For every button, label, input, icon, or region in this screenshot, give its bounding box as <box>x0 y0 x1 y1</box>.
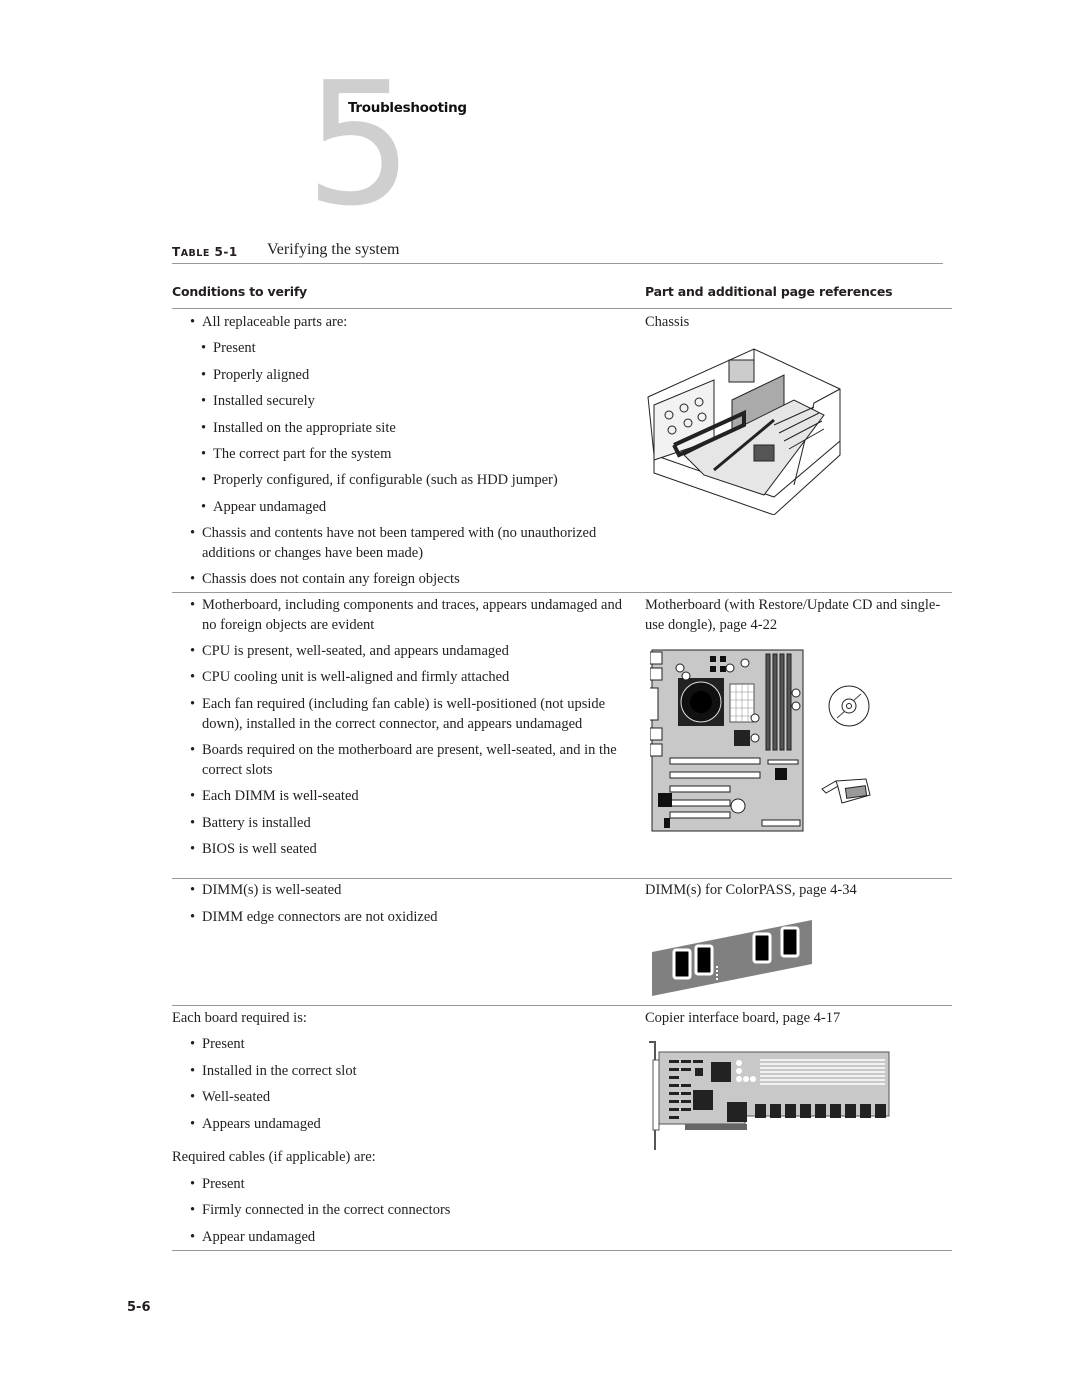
part-reference: Copier interface board, page 4-17 <box>645 1010 841 1026</box>
table-caption: TABLE 5-1 Verifying the system <box>172 241 943 264</box>
part-reference: DIMM(s) for ColorPASS, page 4-34 <box>645 882 857 898</box>
part-reference: Chassis <box>645 314 690 330</box>
condition-subitem: The correct part for the system <box>201 444 391 464</box>
condition-item: Boards required on the motherboard are p… <box>190 740 632 780</box>
condition-subitem: Installed securely <box>201 391 315 411</box>
part-reference: Motherboard (with Restore/Update CD and … <box>645 597 941 633</box>
condition-item: Appear undamaged <box>190 1227 315 1247</box>
page-number: 5-6 <box>127 1300 151 1315</box>
restore-cd-illustration <box>828 685 870 727</box>
table-bottom-rule <box>172 1250 952 1251</box>
condition-item: CPU is present, well-seated, and appears… <box>190 641 509 661</box>
header-parts: Part and additional page references <box>645 284 893 299</box>
condition-heading: Required cables (if applicable) are: <box>172 1149 376 1165</box>
condition-subitem: Properly aligned <box>201 365 309 385</box>
header-conditions: Conditions to verify <box>172 284 308 299</box>
table-label-number: 5-1 <box>214 245 238 259</box>
motherboard-illustration <box>650 649 804 832</box>
condition-item: Appears undamaged <box>190 1114 321 1134</box>
condition-item: Firmly connected in the correct connecto… <box>190 1200 450 1220</box>
condition-item: Motherboard, including components and tr… <box>190 595 632 635</box>
dongle-illustration <box>821 778 871 804</box>
condition-item: Each fan required (including fan cable) … <box>190 694 632 734</box>
condition-item: DIMM(s) is well-seated <box>190 880 341 900</box>
copier-interface-board-illustration <box>649 1041 890 1150</box>
chapter-title: Troubleshooting <box>348 100 467 116</box>
row-divider <box>172 878 952 879</box>
condition-subitem: Appear undamaged <box>201 497 326 517</box>
condition-item: BIOS is well seated <box>190 839 317 859</box>
condition-subitem: Present <box>201 338 256 358</box>
chapter-number: 5 <box>305 46 413 244</box>
condition-subitem: Properly configured, if configurable (su… <box>201 470 558 490</box>
row-divider <box>172 1005 952 1006</box>
table-label-prefix-small: ABLE <box>180 248 210 259</box>
condition-item: Each DIMM is well-seated <box>190 786 359 806</box>
condition-item: CPU cooling unit is well-aligned and fir… <box>190 667 509 687</box>
condition-item: DIMM edge connectors are not oxidized <box>190 907 438 927</box>
table-label: TABLE 5-1 <box>172 245 238 259</box>
row-divider <box>172 592 952 593</box>
condition-item: Present <box>190 1034 245 1054</box>
condition-item: Well-seated <box>190 1087 270 1107</box>
condition-item: Chassis and contents have not been tampe… <box>190 523 632 563</box>
condition-item: Battery is installed <box>190 813 311 833</box>
condition-subitem: Installed on the appropriate site <box>201 418 396 438</box>
chassis-illustration <box>647 348 841 515</box>
table-label-prefix: T <box>172 245 181 259</box>
dimm-illustration <box>652 920 812 996</box>
condition-item: Installed in the correct slot <box>190 1061 357 1081</box>
condition-item: Present <box>190 1174 245 1194</box>
table-title: Verifying the system <box>267 241 400 258</box>
condition-item: All replaceable parts are: <box>190 312 347 332</box>
condition-item: Chassis does not contain any foreign obj… <box>190 569 460 589</box>
condition-heading: Each board required is: <box>172 1010 307 1026</box>
header-rule <box>172 308 952 309</box>
